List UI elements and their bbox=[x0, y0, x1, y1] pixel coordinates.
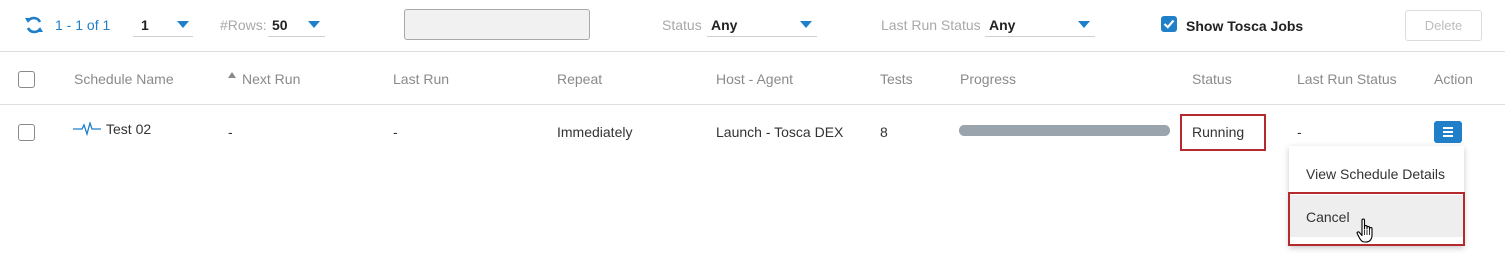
table-row: Test 02 - - Immediately Launch - Tosca D… bbox=[0, 105, 1505, 157]
status-filter-label: Status bbox=[662, 17, 702, 33]
status-cell: Running bbox=[1192, 124, 1245, 140]
column-header-progress[interactable]: Progress bbox=[960, 71, 1016, 87]
menu-item-view-schedule-details[interactable]: View Schedule Details bbox=[1289, 152, 1464, 194]
progress-bar-fill bbox=[959, 125, 1170, 136]
column-header-host-agent[interactable]: Host - Agent bbox=[716, 71, 793, 87]
last-run-status-filter-value[interactable]: Any bbox=[989, 17, 1015, 33]
page-select-underline bbox=[133, 36, 193, 37]
row-checkbox[interactable] bbox=[18, 124, 35, 141]
last-run-status-filter-underline bbox=[985, 36, 1095, 37]
select-all-checkbox[interactable] bbox=[18, 71, 35, 88]
page-select-value[interactable]: 1 bbox=[141, 17, 149, 33]
column-header-repeat[interactable]: Repeat bbox=[557, 71, 602, 87]
status-filter-underline bbox=[707, 36, 817, 37]
show-tosca-jobs-checkbox[interactable] bbox=[1161, 16, 1177, 32]
status-filter-value[interactable]: Any bbox=[711, 17, 737, 33]
delete-button[interactable]: Delete bbox=[1405, 10, 1482, 41]
menu-icon-line bbox=[1443, 127, 1453, 129]
column-header-status[interactable]: Status bbox=[1192, 71, 1232, 87]
toolbar-divider bbox=[0, 51, 1505, 52]
action-menu-button[interactable] bbox=[1434, 121, 1462, 143]
column-header-last-run[interactable]: Last Run bbox=[393, 71, 449, 87]
progress-bar bbox=[959, 125, 1170, 136]
last-run-cell: - bbox=[393, 124, 398, 140]
heartbeat-icon bbox=[73, 120, 101, 137]
column-header-tests[interactable]: Tests bbox=[880, 71, 913, 87]
check-icon bbox=[1163, 19, 1175, 29]
rows-select-underline bbox=[268, 36, 325, 37]
table-header: Schedule Name Next Run Last Run Repeat H… bbox=[0, 53, 1505, 104]
rows-select-value[interactable]: 50 bbox=[272, 17, 288, 33]
chevron-down-icon[interactable] bbox=[800, 21, 812, 28]
column-header-last-run-status[interactable]: Last Run Status bbox=[1297, 71, 1397, 87]
toolbar: 1 - 1 of 1 1 #Rows: 50 Status Any Last R… bbox=[0, 0, 1505, 52]
rows-label: #Rows: bbox=[220, 17, 267, 33]
menu-icon-line bbox=[1443, 135, 1453, 137]
hand-cursor-icon bbox=[1356, 218, 1378, 244]
column-header-action: Action bbox=[1434, 71, 1473, 87]
chevron-down-icon[interactable] bbox=[1078, 21, 1090, 28]
menu-item-label: View Schedule Details bbox=[1306, 166, 1446, 182]
last-run-status-filter-label: Last Run Status bbox=[881, 17, 981, 33]
host-agent-cell: Launch - Tosca DEX bbox=[716, 124, 844, 140]
chevron-down-icon[interactable] bbox=[177, 21, 189, 28]
tests-cell: 8 bbox=[880, 124, 888, 140]
repeat-cell: Immediately bbox=[557, 124, 633, 140]
show-tosca-jobs-label[interactable]: Show Tosca Jobs bbox=[1186, 18, 1303, 34]
last-run-status-cell: - bbox=[1297, 124, 1302, 140]
column-header-next-run[interactable]: Next Run bbox=[242, 71, 300, 87]
menu-icon-line bbox=[1443, 131, 1453, 133]
next-run-cell: - bbox=[228, 124, 233, 140]
schedule-name-link[interactable]: Test 02 bbox=[106, 121, 151, 137]
sort-ascending-icon bbox=[228, 72, 236, 78]
chevron-down-icon[interactable] bbox=[308, 21, 320, 28]
search-input[interactable] bbox=[404, 9, 590, 40]
refresh-icon[interactable] bbox=[24, 15, 44, 35]
column-header-schedule-name[interactable]: Schedule Name bbox=[74, 71, 174, 87]
pagination-text: 1 - 1 of 1 bbox=[55, 17, 111, 33]
